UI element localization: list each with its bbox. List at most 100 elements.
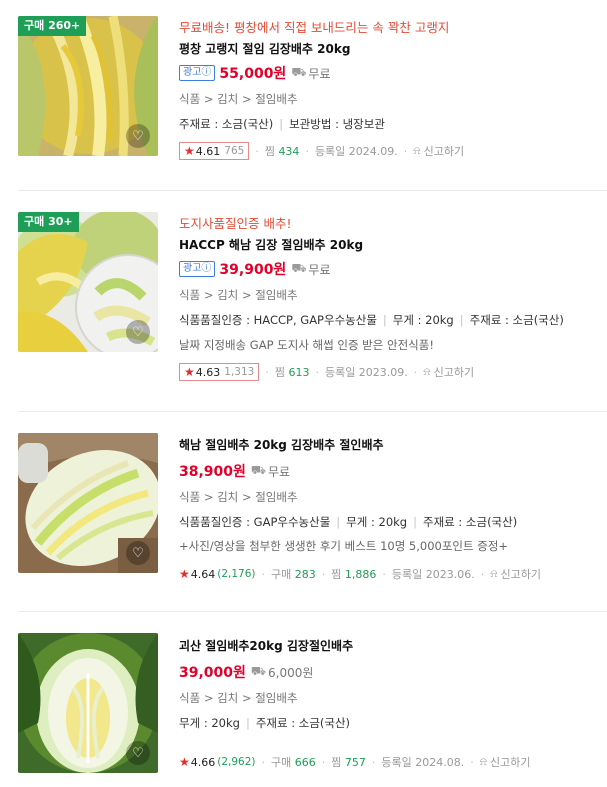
purchase-badge: 구매 30+ [18,212,79,232]
promo-text: 도지사품질인증 배추! [179,216,292,231]
shipping-fee: 무료 [308,66,331,81]
product-image[interactable]: 구매 30+ ♡ [18,212,158,352]
attribute-list: 식품품질인증 : GAP우수농산물 | 무게 : 20kg | 주재료 : 소금(국산) [179,514,597,530]
rating: 4.63 [195,365,221,379]
heart-icon[interactable]: ♡ [126,541,150,565]
divider: | [382,313,387,327]
truck-icon: ⛟ [291,65,307,79]
product-description: +사진/영상을 첨부한 생생한 후기 베스트 10명 5,000포인트 증정+ [179,539,509,553]
separator: · [470,755,474,769]
report-button[interactable]: ⍾ 신고하기 [413,143,464,159]
rating-box[interactable]: ★ 4.63 1,313 [179,363,260,381]
separator: · [382,567,386,581]
product-image[interactable]: ♡ [18,433,158,573]
attribute: 주재료 : 소금(국산) [179,117,274,131]
purchase-label: 구매 [271,568,292,581]
product-title[interactable]: 해남 절임배추 20kg 김장배추 절인배추 [179,437,597,453]
siren-icon: ⍾ [413,144,421,157]
zzim-count: 1,886 [344,567,377,581]
zzim-count: 434 [278,144,300,158]
separator: · [403,144,408,158]
attribute-list: 무게 : 20kg | 주재료 : 소금(국산) [179,715,597,731]
rating: 4.61 [195,144,221,158]
product-list: 구매 260+ ♡ 무료배송! 평창에서 직접 보내드리는 속 꽉찬 고랭지 평… [0,0,607,787]
ad-label[interactable]: 광고ⓘ [179,65,216,81]
price-row: 광고ⓘ 39,900원 ⛟ 무료 [179,259,597,279]
product-info: 괴산 절임배추20kg 김장절인배추 39,000원 ⛟ 6,000원 식품 >… [179,638,597,771]
product-info: 해남 절임배추 20kg 김장배추 절인배추 38,900원 ⛟ 무료 식품 >… [179,437,597,583]
registered-date: 등록일 2024.09. [314,145,398,158]
truck-icon: ⛟ [291,261,307,275]
attribute: 식품품질인증 : GAP우수농산물 [179,515,331,529]
ad-label[interactable]: 광고ⓘ [179,261,216,277]
report-label: 신고하기 [423,145,465,158]
star-icon: ★ [184,365,195,379]
shipping-fee: 무료 [308,262,331,277]
attribute-list: 주재료 : 소금(국산) | 보관방법 : 냉장보관 [179,116,597,132]
report-button[interactable]: ⍾ 신고하기 [480,754,531,770]
meta-row: ★ 4.63 1,313 · 찜 613 · 등록일 2023.09. · ⍾ 신… [179,363,597,381]
attribute: 주재료 : 소금(국산) [469,313,564,327]
zzim-count: 613 [288,365,310,379]
meta-row: ★ 4.61 765 · 찜 434 · 등록일 2024.09. · ⍾ 신고하… [179,142,597,160]
divider [18,611,607,612]
product-title[interactable]: HACCP 해남 김장 절임배추 20kg [179,237,597,253]
siren-icon: ⍾ [479,755,488,768]
product-image[interactable]: ♡ [18,633,158,773]
divider [18,411,607,412]
star-icon: ★ [179,567,190,581]
report-label: 신고하기 [490,756,531,769]
category-path[interactable]: 식품 > 김치 > 절임배추 [179,489,597,505]
zzim-label: 찜 [331,756,342,769]
price-row: 광고ⓘ 55,000원 ⛟ 무료 [179,63,597,83]
category-path[interactable]: 식품 > 김치 > 절임배추 [179,690,597,706]
separator: · [261,755,266,769]
registered-date: 등록일 2023.06. [391,568,475,581]
divider: | [279,117,284,131]
product-title[interactable]: 괴산 절임배추20kg 김장절인배추 [179,638,597,654]
attribute: 무게 : 20kg [392,313,454,327]
zzim-label: 찜 [264,145,275,158]
heart-icon[interactable]: ♡ [126,741,150,765]
category-path[interactable]: 식품 > 김치 > 절임배추 [179,91,597,107]
divider: | [459,313,464,327]
truck-icon: ⛟ [250,463,267,477]
separator: · [321,567,326,581]
attribute: 무게 : 20kg [179,716,240,730]
separator: · [255,144,259,158]
shipping-fee: 무료 [268,464,291,479]
separator: · [321,755,326,769]
product-image[interactable]: 구매 260+ ♡ [18,16,158,156]
divider: | [245,716,250,730]
divider [18,190,607,191]
review-count[interactable]: (2,962) [217,756,255,768]
zzim-label: 찜 [274,366,285,379]
attribute: 식품품질인증 : HACCP, GAP우수농산물 [179,313,377,327]
truck-icon: ⛟ [250,664,267,678]
purchase-badge: 구매 260+ [18,16,87,36]
attribute: 무게 : 20kg [346,515,408,529]
zzim-label: 찜 [331,568,342,581]
heart-icon[interactable]: ♡ [126,320,150,344]
price: 39,000원 [179,665,246,681]
product-info: 도지사품질인증 배추! HACCP 해남 김장 절임배추 20kg 광고ⓘ 39… [179,216,597,381]
heart-icon[interactable]: ♡ [126,124,150,148]
siren-icon: ⍾ [490,567,498,580]
divider: | [413,515,417,529]
rating-box[interactable]: ★ 4.61 765 [179,142,250,160]
separator: · [315,365,319,379]
report-label: 신고하기 [500,568,542,581]
price-row: 38,900원 ⛟ 무료 [179,461,597,481]
attribute: 주재료 : 소금(국산) [422,515,518,529]
meta-row: ★ 4.66 (2,962) · 구매 666 · 찜 757 · 등록일 20… [179,753,597,771]
attribute-list: 식품품질인증 : HACCP, GAP우수농산물 | 무게 : 20kg | 주재료 :… [179,312,597,328]
star-icon: ★ [179,755,190,769]
report-button[interactable]: ⍾ 신고하기 [423,364,474,380]
report-button[interactable]: ⍾ 신고하기 [490,566,541,582]
rating: 4.66 [190,755,216,769]
purchase-count: 666 [294,755,316,769]
registered-date: 등록일 2023.09. [324,366,408,379]
product-title[interactable]: 평창 고랭지 절임 김장배추 20kg [179,41,597,57]
review-count[interactable]: (2,176) [217,568,255,580]
category-path[interactable]: 식품 > 김치 > 절임배추 [179,287,597,303]
